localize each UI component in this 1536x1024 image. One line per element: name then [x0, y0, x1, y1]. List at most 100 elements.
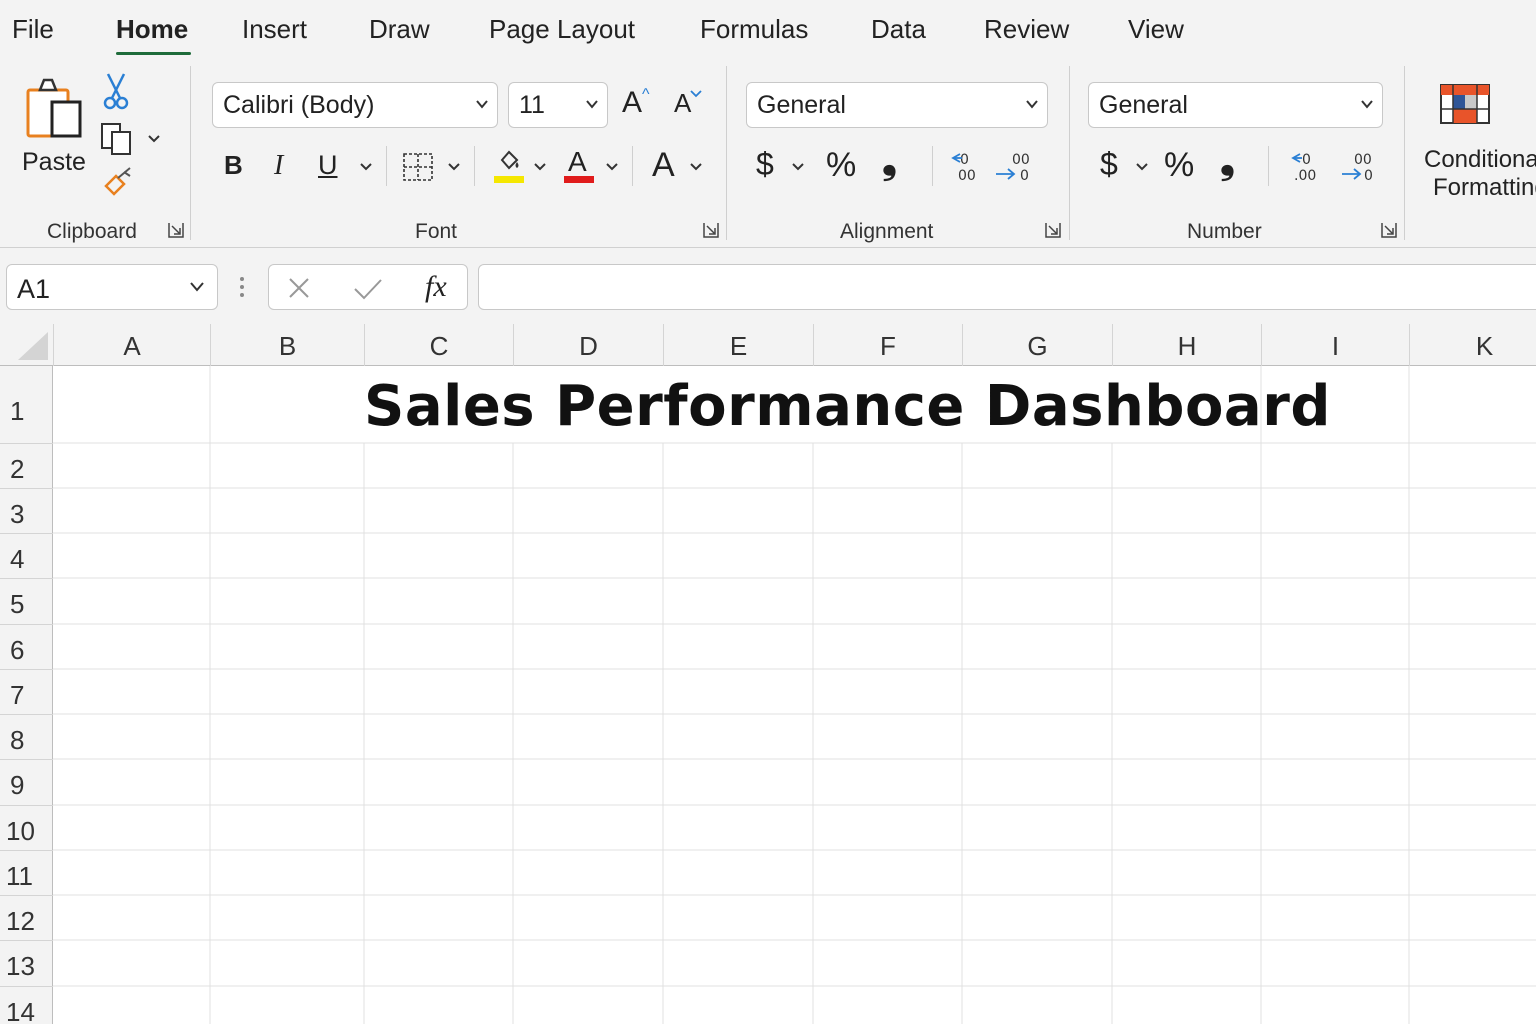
tab-view[interactable]: View	[1128, 14, 1184, 45]
comma-style-button[interactable]: ❟	[882, 142, 897, 180]
row-header-9[interactable]: 9	[0, 759, 53, 805]
currency-button[interactable]: $	[756, 148, 774, 180]
fill-color-chevron-down-icon[interactable]	[534, 162, 546, 172]
increase-font-size-button[interactable]: A ^	[622, 86, 662, 124]
cell-gridlines[interactable]	[53, 366, 1536, 1024]
column-header-e[interactable]: E	[663, 324, 813, 366]
number-format-dropdown[interactable]: General	[1088, 82, 1383, 128]
column-header-h[interactable]: H	[1112, 324, 1261, 366]
column-header-i[interactable]: I	[1261, 324, 1409, 366]
percent-button[interactable]: %	[826, 148, 856, 182]
font-size-dropdown[interactable]: 11	[508, 82, 608, 128]
row-header-2[interactable]: 2	[0, 443, 53, 488]
tab-data[interactable]: Data	[871, 14, 926, 45]
number-comma-style-button[interactable]: ❟	[1220, 142, 1235, 180]
row-header-13[interactable]: 13	[0, 940, 53, 986]
column-header-a[interactable]: A	[53, 324, 210, 366]
row-header-14[interactable]: 14	[0, 986, 53, 1024]
font-color-button[interactable]: A	[564, 148, 594, 184]
group-divider	[1069, 66, 1070, 240]
group-divider	[1404, 66, 1405, 240]
dashboard-title-cell[interactable]: Sales Performance Dashboard	[364, 374, 1330, 439]
chevron-down-icon	[1026, 100, 1038, 109]
select-all-button[interactable]	[0, 324, 53, 366]
row-header-6[interactable]: 6	[0, 624, 53, 669]
clipboard-dialog-launcher-icon[interactable]	[168, 222, 184, 238]
row-header-10[interactable]: 10	[0, 805, 53, 850]
number-currency-chevron-down-icon[interactable]	[1136, 162, 1148, 172]
divider	[932, 146, 933, 186]
borders-chevron-down-icon[interactable]	[448, 162, 460, 172]
tab-home[interactable]: Home	[116, 14, 188, 45]
tab-formulas[interactable]: Formulas	[700, 14, 808, 45]
borders-icon[interactable]	[402, 152, 434, 182]
tab-insert[interactable]: Insert	[242, 14, 307, 45]
column-header-f[interactable]: F	[813, 324, 962, 366]
group-divider	[190, 66, 191, 240]
chevron-down-icon	[190, 282, 204, 292]
column-header-c[interactable]: C	[364, 324, 513, 366]
tab-page-layout[interactable]: Page Layout	[489, 14, 635, 45]
paste-button[interactable]: Paste	[20, 76, 90, 186]
tab-review[interactable]: Review	[984, 14, 1069, 45]
formula-actions: fx	[268, 264, 468, 310]
number-percent-button[interactable]: %	[1164, 148, 1194, 182]
row-header-12[interactable]: 12	[0, 895, 53, 940]
cancel-icon[interactable]	[287, 276, 311, 300]
caret-up-icon: ^	[642, 86, 650, 103]
underline-button[interactable]: U	[318, 152, 338, 179]
formula-input[interactable]	[478, 264, 1536, 310]
increase-decimal-icon[interactable]: 0 00	[950, 150, 984, 184]
text-effects-button[interactable]: A	[652, 148, 675, 182]
svg-text:00: 00	[1012, 152, 1030, 168]
insert-function-button[interactable]: fx	[425, 270, 447, 304]
grow-font-icon: A	[622, 86, 643, 119]
caret-down-icon	[690, 90, 702, 98]
tab-file[interactable]: File	[12, 14, 54, 45]
svg-text:00: 00	[1354, 152, 1372, 168]
copy-chevron-down-icon[interactable]	[148, 134, 160, 144]
alignment-format-value: General	[757, 91, 846, 119]
row-header-1[interactable]: 1	[0, 366, 53, 443]
bold-button[interactable]: B	[224, 152, 243, 178]
alignment-format-dropdown[interactable]: General	[746, 82, 1048, 128]
underline-chevron-down-icon[interactable]	[360, 162, 372, 172]
resize-handle-icon[interactable]	[238, 276, 246, 298]
row-header-8[interactable]: 8	[0, 714, 53, 759]
alignment-dialog-launcher-icon[interactable]	[1045, 222, 1061, 238]
worksheet-grid: A B C D E F G H I K 1 2 3 4 5 6 7 8 9 10…	[0, 324, 1536, 1024]
number-dialog-launcher-icon[interactable]	[1381, 222, 1397, 238]
number-currency-button[interactable]: $	[1100, 148, 1118, 180]
row-header-5[interactable]: 5	[0, 578, 53, 624]
row-header-7[interactable]: 7	[0, 669, 53, 714]
divider	[474, 146, 475, 186]
font-dialog-launcher-icon[interactable]	[703, 222, 719, 238]
column-header-b[interactable]: B	[210, 324, 364, 366]
currency-chevron-down-icon[interactable]	[792, 162, 804, 172]
fill-color-button[interactable]	[494, 148, 524, 184]
number-increase-decimal-icon[interactable]: 0 .00	[1288, 150, 1322, 184]
column-header-g[interactable]: G	[962, 324, 1112, 366]
text-effects-chevron-down-icon[interactable]	[690, 162, 702, 172]
row-header-4[interactable]: 4	[0, 533, 53, 578]
copy-icon[interactable]	[100, 122, 134, 156]
row-header-bar: 1 2 3 4 5 6 7 8 9 10 11 12 13 14	[0, 366, 53, 1024]
row-header-11[interactable]: 11	[0, 850, 53, 895]
font-family-dropdown[interactable]: Calibri (Body)	[212, 82, 498, 128]
decrease-font-size-button[interactable]: A	[674, 88, 714, 124]
cut-icon[interactable]	[102, 72, 130, 112]
italic-button[interactable]: I	[274, 152, 283, 180]
svg-text:0: 0	[1020, 168, 1029, 184]
font-color-chevron-down-icon[interactable]	[606, 162, 618, 172]
tab-draw[interactable]: Draw	[369, 14, 430, 45]
number-decrease-decimal-icon[interactable]: 00 0	[1340, 150, 1376, 184]
group-divider	[726, 66, 727, 240]
enter-check-icon[interactable]	[353, 277, 383, 301]
row-header-3[interactable]: 3	[0, 488, 53, 533]
column-header-d[interactable]: D	[513, 324, 663, 366]
column-header-k[interactable]: K	[1409, 324, 1536, 366]
conditional-formatting-button[interactable]: Conditional Formatting	[1420, 80, 1536, 210]
format-painter-icon[interactable]	[102, 166, 136, 196]
name-box[interactable]: A1	[6, 264, 218, 310]
decrease-decimal-icon[interactable]: 00 0	[994, 150, 1034, 184]
